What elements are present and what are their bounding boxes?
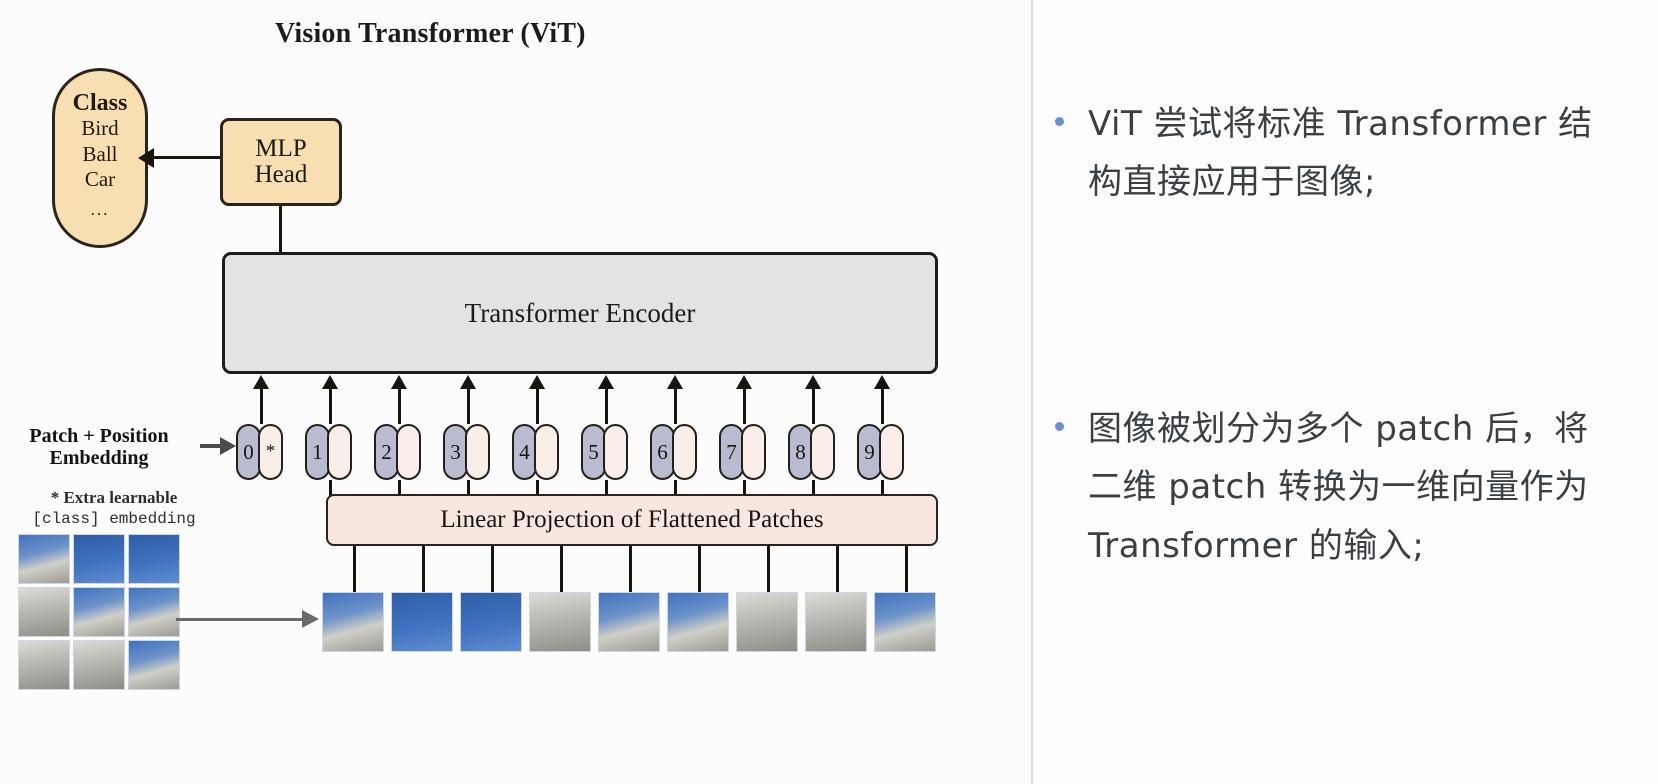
patch-connector-line	[836, 546, 839, 594]
patch-connector-line	[767, 546, 770, 594]
token-up-arrow-icon	[597, 375, 614, 424]
token-up-arrow-icon	[252, 375, 269, 424]
patch-embedding-token	[810, 424, 835, 480]
flattened-patch-thumbnail	[805, 592, 867, 652]
flattened-patch-thumbnail	[529, 592, 591, 652]
class-option-car: Car	[84, 167, 116, 192]
patch-token: 8	[788, 424, 835, 480]
mlp-to-encoder-connector	[279, 206, 282, 252]
linear-projection-label: Linear Projection of Flattened Patches	[440, 506, 824, 533]
token-up-arrow-icon	[804, 375, 821, 424]
source-patch-cell	[128, 534, 180, 584]
patch-embedding-token	[534, 424, 559, 480]
patch-connector-line	[422, 546, 425, 594]
source-patch-cell	[128, 640, 180, 690]
diagram-title: Vision Transformer (ViT)	[275, 18, 586, 49]
source-patch-cell	[73, 587, 125, 637]
source-patch-cell	[18, 587, 70, 637]
transformer-encoder-box: Transformer Encoder	[222, 252, 938, 374]
transformer-encoder-label: Transformer Encoder	[464, 297, 696, 328]
class-option-ball: Ball	[82, 141, 118, 166]
patch-connector-line	[353, 546, 356, 594]
token-up-arrow-icon	[735, 375, 752, 424]
patch-token: 9	[857, 424, 904, 480]
slide-page: Vision Transformer (ViT) Class Bird Ball…	[0, 0, 1658, 784]
patch-connector-line	[491, 546, 494, 594]
token-up-arrow-icon	[528, 375, 545, 424]
mlp-head-box: MLP Head	[220, 118, 342, 206]
patch-embedding-token	[672, 424, 697, 480]
class-header: Class	[72, 90, 128, 116]
flattened-patch-thumbnail	[736, 592, 798, 652]
patch-embedding-token	[741, 424, 766, 480]
patch-embedding-token	[879, 424, 904, 480]
token-up-arrow-icon	[873, 375, 890, 424]
source-image-patch-grid	[18, 534, 182, 694]
note-bullet-2: 图像被划分为多个 patch 后，将二维 patch 转换为一维向量作为 Tra…	[1055, 400, 1618, 575]
patch-connector-line	[905, 546, 908, 594]
mlp-head-line2: Head	[254, 161, 308, 188]
class-output-capsule: Class Bird Ball Car ...	[52, 68, 148, 248]
token-up-arrow-icon	[390, 375, 407, 424]
patch-connector-line	[560, 546, 563, 594]
note-bullet-2-text: 图像被划分为多个 patch 后，将二维 patch 转换为一维向量作为 Tra…	[1088, 409, 1589, 566]
patch-token: 2	[374, 424, 421, 480]
footnote-line2: [class] embedding	[32, 510, 196, 529]
token-up-arrow-icon	[666, 375, 683, 424]
patch-embedding-token	[396, 424, 421, 480]
token-up-arrow-icon	[321, 375, 338, 424]
patch-token: 4	[512, 424, 559, 480]
patch-connector-line	[629, 546, 632, 594]
flattened-patch-thumbnail	[598, 592, 660, 652]
flattened-patch-thumbnail	[391, 592, 453, 652]
patch-position-line2: Embedding	[49, 447, 149, 470]
vit-diagram-panel: Vision Transformer (ViT) Class Bird Ball…	[0, 0, 1030, 784]
footnote-line1: * Extra learnable	[50, 488, 178, 507]
notes-panel: ViT 尝试将标准 Transformer 结构直接应用于图像; 图像被划分为多…	[1033, 0, 1658, 784]
patch-token: 1	[305, 424, 352, 480]
flattened-patch-thumbnail	[460, 592, 522, 652]
patch-token: 0 *	[236, 424, 283, 480]
mlp-to-class-arrow-icon	[138, 148, 220, 168]
token-up-arrow-icon	[459, 375, 476, 424]
source-patch-cell	[128, 587, 180, 637]
patch-embedding-token	[465, 424, 490, 480]
patch-token: 7	[719, 424, 766, 480]
patch-token: 3	[443, 424, 490, 480]
class-option-bird: Bird	[81, 116, 119, 140]
bullet-dot-icon	[1055, 422, 1064, 431]
patch-position-token-row: 0 * 1 2 3 4 5 6 7 8 9	[236, 424, 936, 480]
note-bullet-1: ViT 尝试将标准 Transformer 结构直接应用于图像;	[1055, 95, 1618, 212]
flattened-patch-thumbnail	[667, 592, 729, 652]
image-to-patches-arrow-icon	[176, 610, 319, 628]
patch-embedding-token	[603, 424, 628, 480]
patch-embedding-token	[327, 424, 352, 480]
patch-connector-line	[698, 546, 701, 594]
mlp-head-line1: MLP	[255, 134, 307, 162]
extra-learnable-footnote: * Extra learnable [class] embedding	[14, 487, 214, 530]
class-ellipsis: ...	[90, 199, 110, 219]
patch-token: 5	[581, 424, 628, 480]
patch-embedding-token: *	[258, 424, 283, 480]
source-patch-cell	[73, 534, 125, 584]
source-patch-cell	[18, 640, 70, 690]
flattened-patch-thumbnail	[322, 592, 384, 652]
linear-projection-box: Linear Projection of Flattened Patches	[326, 494, 938, 546]
source-patch-cell	[73, 640, 125, 690]
patch-position-arrow-icon	[200, 437, 236, 455]
flattened-patch-thumbnail	[874, 592, 936, 652]
source-patch-cell	[18, 534, 70, 584]
bullet-dot-icon	[1055, 117, 1064, 126]
patch-token: 6	[650, 424, 697, 480]
note-bullet-1-text: ViT 尝试将标准 Transformer 结构直接应用于图像;	[1088, 104, 1593, 203]
patch-position-embedding-label: Patch + Position Embedding	[8, 425, 190, 470]
patch-position-line1: Patch + Position	[29, 425, 169, 447]
